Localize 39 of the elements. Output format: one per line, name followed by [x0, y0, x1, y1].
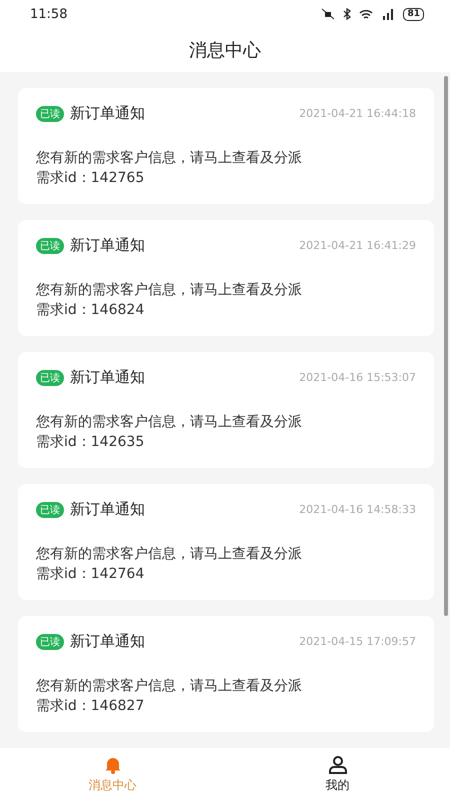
message-id: 需求id：146824 — [36, 301, 146, 319]
message-body: 您有新的需求客户信息，请马上查看及分派 — [36, 545, 303, 563]
read-badge: 已读 — [36, 106, 64, 122]
message-id: 需求id：146827 — [36, 697, 146, 715]
message-id: 需求id：142635 — [36, 433, 146, 451]
message-card[interactable]: 已读 新订单通知 2021-04-21 16:41:29 您有新的需求客户信息，请马上查看及分派 需求id：146824 — [18, 220, 434, 336]
message-body: 您有新的需求客户信息，请马上查看及分派 — [36, 149, 303, 167]
message-card[interactable]: 已读 新订单通知 2021-04-21 16:44:18 您有新的需求客户信息，请马上查看及分派 需求id：142765 — [18, 88, 434, 204]
battery-level: 81 — [403, 8, 424, 20]
message-id: 需求id：142765 — [36, 169, 146, 187]
mute-icon — [321, 8, 336, 20]
message-body: 您有新的需求客户信息，请马上查看及分派 — [36, 677, 303, 695]
signal-icon — [381, 8, 396, 20]
bluetooth-icon — [343, 8, 352, 20]
message-time: 2021-04-16 14:58:33 — [299, 503, 416, 516]
read-badge: 已读 — [36, 238, 64, 254]
status-time: 11:58 — [30, 6, 68, 22]
message-card[interactable]: 已读 新订单通知 2021-04-15 17:09:57 您有新的需求客户信息，请马上查看及分派 需求id：146827 — [18, 616, 434, 732]
message-card[interactable]: 已读 新订单通知 2021-04-16 14:58:33 您有新的需求客户信息，请马上查看及分派 需求id：142764 — [18, 484, 434, 600]
message-title: 新订单通知 — [70, 236, 145, 255]
message-body: 您有新的需求客户信息，请马上查看及分派 — [36, 281, 303, 299]
message-id: 需求id：142764 — [36, 565, 146, 583]
read-badge: 已读 — [36, 502, 64, 518]
message-title: 新订单通知 — [70, 104, 145, 123]
message-time: 2021-04-15 17:09:57 — [299, 635, 416, 648]
message-card[interactable]: 已读 新订单通知 2021-04-16 15:53:07 您有新的需求客户信息，请马上查看及分派 需求id：142635 — [18, 352, 434, 468]
message-time: 2021-04-21 16:41:29 — [299, 239, 416, 252]
page-title: 消息中心 — [189, 39, 261, 62]
person-icon — [328, 754, 348, 774]
wifi-icon — [359, 8, 374, 20]
read-badge: 已读 — [36, 370, 64, 386]
message-title: 新订单通知 — [70, 500, 145, 519]
message-body: 您有新的需求客户信息，请马上查看及分派 — [36, 413, 303, 431]
message-time: 2021-04-16 15:53:07 — [299, 371, 416, 384]
message-title: 新订单通知 — [70, 632, 145, 651]
nav-tab[interactable]: 我的 — [225, 748, 450, 800]
message-title: 新订单通知 — [70, 368, 145, 387]
read-badge: 已读 — [36, 634, 64, 650]
message-time: 2021-04-21 16:44:18 — [299, 107, 416, 120]
